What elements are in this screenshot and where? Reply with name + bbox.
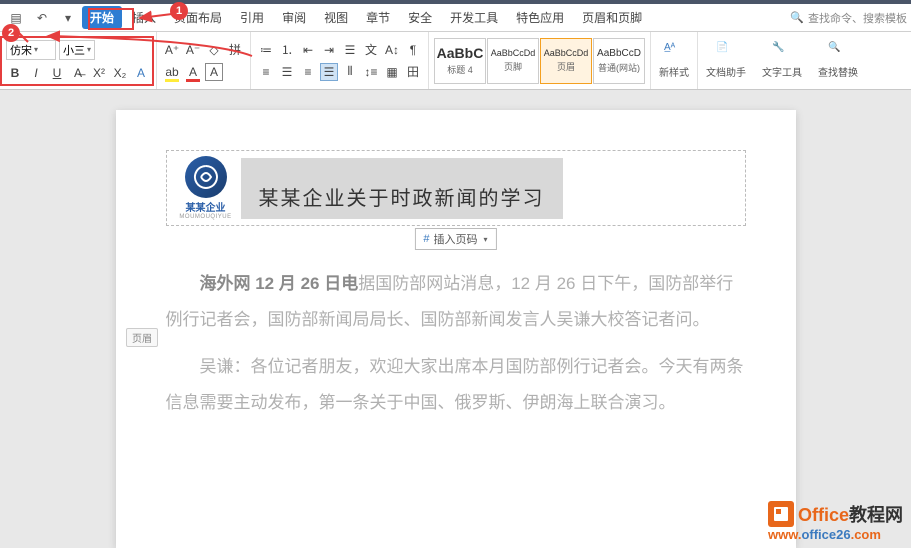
watermark-logo-icon	[768, 501, 794, 527]
styles-gallery: AaBbC 标题 4 AaBbCcDd 页脚 AaBbCcDd 页眉 AaBbC…	[429, 32, 651, 89]
sort-button[interactable]: A↕	[383, 41, 401, 59]
annotation-badge-1: 1	[170, 2, 188, 20]
clear-format-button[interactable]: ◇	[205, 41, 223, 59]
header-tag-label: 页眉	[126, 328, 158, 347]
increase-font-button[interactable]: A⁺	[163, 41, 181, 59]
logo-circle-icon	[185, 156, 227, 198]
dropdown-icon[interactable]: ▾	[56, 7, 80, 29]
borders-button[interactable]: 田	[404, 63, 422, 81]
phonetic-button[interactable]: 拼	[226, 41, 244, 59]
font-group: 仿宋▾ 小三▾ B I U A̶ X² X₂ A	[0, 32, 157, 89]
style-header[interactable]: AaBbCcDd 页眉	[540, 38, 592, 84]
annotation-badge-2: 2	[2, 24, 20, 42]
decrease-font-button[interactable]: A⁻	[184, 41, 202, 59]
command-search[interactable]: 🔍 查找命令、搜索模板	[790, 10, 907, 26]
text-direction-button[interactable]: ☰	[341, 41, 359, 59]
tab-security[interactable]: 安全	[400, 6, 440, 29]
font-color-button[interactable]: A	[184, 63, 202, 81]
document-canvas: 某某企业 MOUMOUQIYUE 某某企业关于时政新闻的学习 # 插入页码 ▾ …	[0, 90, 911, 548]
pagenum-icon: #	[423, 233, 429, 245]
line-spacing-button[interactable]: ↕≡	[362, 63, 380, 81]
bold-button[interactable]: B	[6, 64, 24, 82]
style-footer[interactable]: AaBbCcDd 页脚	[487, 38, 539, 84]
superscript-button[interactable]: X²	[90, 64, 108, 82]
new-style-button[interactable]: A̲ᴬ 新样式	[651, 32, 697, 89]
undo-icon[interactable]: ↶	[30, 7, 54, 29]
style-heading4[interactable]: AaBbC 标题 4	[434, 38, 486, 84]
numbering-button[interactable]: ⒈	[278, 41, 296, 59]
increase-indent-button[interactable]: ⇥	[320, 41, 338, 59]
subscript-button[interactable]: X₂	[111, 64, 129, 82]
bullets-button[interactable]: ≔	[257, 41, 275, 59]
align-justify-button[interactable]: ☰	[320, 63, 338, 81]
strikethrough-button[interactable]: A̶	[69, 64, 87, 82]
align-left-button[interactable]: ≡	[257, 63, 275, 81]
distribute-button[interactable]: ⫴	[341, 63, 359, 81]
find-replace-button[interactable]: 🔍 查找替换	[810, 32, 866, 89]
insert-pagenum-button[interactable]: # 插入页码 ▾	[414, 228, 496, 250]
text-tool-button[interactable]: 🔧 文字工具	[754, 32, 810, 89]
show-marks-button[interactable]: ¶	[404, 41, 422, 59]
tab-devtools[interactable]: 开发工具	[442, 6, 506, 29]
tab-section[interactable]: 章节	[358, 6, 398, 29]
font-effects-button[interactable]: A	[132, 64, 150, 82]
company-logo: 某某企业 MOUMOUQIYUE	[171, 156, 241, 220]
underline-button[interactable]: U	[48, 64, 66, 82]
decrease-indent-button[interactable]: ⇤	[299, 41, 317, 59]
style-normal-web[interactable]: AaBbCcD 普通(网站)	[593, 38, 645, 84]
doc-helper-button[interactable]: 📄 文档助手	[698, 32, 754, 89]
change-case-button[interactable]: 文	[362, 41, 380, 59]
font-name-select[interactable]: 仿宋▾	[6, 40, 56, 60]
search-icon: 🔍	[828, 42, 848, 62]
tab-start[interactable]: 开始	[82, 6, 122, 29]
highlight-button[interactable]: ab	[163, 63, 181, 81]
search-icon: 🔍	[790, 11, 804, 24]
tab-view[interactable]: 视图	[316, 6, 356, 29]
tab-review[interactable]: 审阅	[274, 6, 314, 29]
italic-button[interactable]: I	[27, 64, 45, 82]
page: 某某企业 MOUMOUQIYUE 某某企业关于时政新闻的学习 # 插入页码 ▾ …	[116, 110, 796, 548]
ribbon: 仿宋▾ 小三▾ B I U A̶ X² X₂ A A⁺ A⁻ ◇ 拼 ab A …	[0, 32, 911, 90]
char-border-button[interactable]: A	[205, 63, 223, 81]
tab-headerfooter[interactable]: 页眉和页脚	[574, 6, 650, 29]
dochelp-icon: 📄	[716, 42, 736, 62]
header-title-text[interactable]: 某某企业关于时政新闻的学习	[241, 158, 563, 219]
site-watermark: Office教程网 www.office26.com	[768, 501, 903, 542]
shading-button[interactable]: ▦	[383, 63, 401, 81]
texttool-icon: 🔧	[772, 42, 792, 62]
p1-lead: 海外网 12 月 26 日电	[200, 274, 359, 293]
align-center-button[interactable]: ☰	[278, 63, 296, 81]
header-zone[interactable]: 某某企业 MOUMOUQIYUE 某某企业关于时政新闻的学习	[166, 150, 746, 226]
font-size-select[interactable]: 小三▾	[59, 40, 95, 60]
align-right-button[interactable]: ≡	[299, 63, 317, 81]
paragraph-group: ≔ ⒈ ⇤ ⇥ ☰ 文 A↕ ¶ ≡ ☰ ≡ ☰ ⫴ ↕≡ ▦ 田	[251, 32, 429, 89]
body-text: 海外网 12 月 26 日电据国防部网站消息，12 月 26 日下午，国防部举行…	[166, 266, 746, 421]
tab-reference[interactable]: 引用	[232, 6, 272, 29]
newstyle-icon: A̲ᴬ	[664, 42, 684, 62]
menu-bar: ▤ ↶ ▾ 开始 插入 页面布局 引用 审阅 视图 章节 安全 开发工具 特色应…	[0, 4, 911, 32]
font-adjust-group: A⁺ A⁻ ◇ 拼 ab A A	[157, 32, 251, 89]
tab-insert[interactable]: 插入	[124, 6, 164, 29]
tab-special[interactable]: 特色应用	[508, 6, 572, 29]
